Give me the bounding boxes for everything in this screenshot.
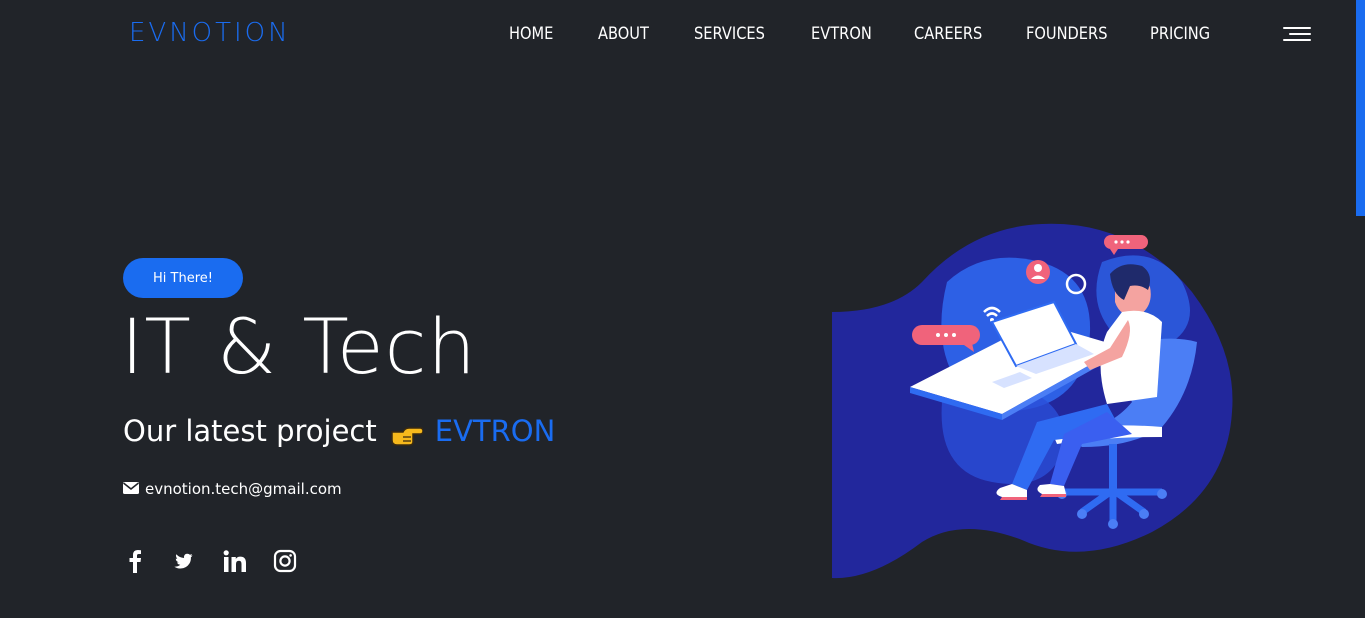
greeting-badge: Hi There! [123,258,243,298]
email-address: evnotion.tech@gmail.com [145,480,342,498]
nav-about[interactable]: ABOUT [598,24,649,44]
nav-services[interactable]: SERVICES [694,24,765,44]
hero-title: IT & Tech [121,302,477,391]
brand-logo[interactable]: EVNOTION [129,18,291,48]
landing-page: EVNOTION HOME ABOUT SERVICES EVTRON CARE… [0,0,1365,618]
nav-careers[interactable]: CAREERS [914,24,982,44]
latest-project-line: Our latest project EVTRON [123,414,555,448]
contact-email[interactable]: evnotion.tech@gmail.com [123,480,342,498]
hero-illustration [832,222,1234,582]
hamburger-menu-icon[interactable] [1281,27,1311,43]
instagram-icon[interactable] [272,548,298,574]
nav-pricing[interactable]: PRICING [1150,24,1210,44]
project-link[interactable]: EVTRON [435,414,556,448]
nav-home[interactable]: HOME [509,24,553,44]
envelope-icon [123,480,139,498]
nav-founders[interactable]: FOUNDERS [1026,24,1107,44]
linkedin-icon[interactable] [222,548,248,574]
scroll-progress-bar [1356,0,1365,216]
twitter-icon[interactable] [172,548,198,574]
nav-evtron[interactable]: EVTRON [811,24,872,44]
social-links [122,548,298,574]
pointing-hand-icon [389,419,424,446]
project-text: Our latest project [123,414,377,448]
facebook-icon[interactable] [122,548,148,574]
